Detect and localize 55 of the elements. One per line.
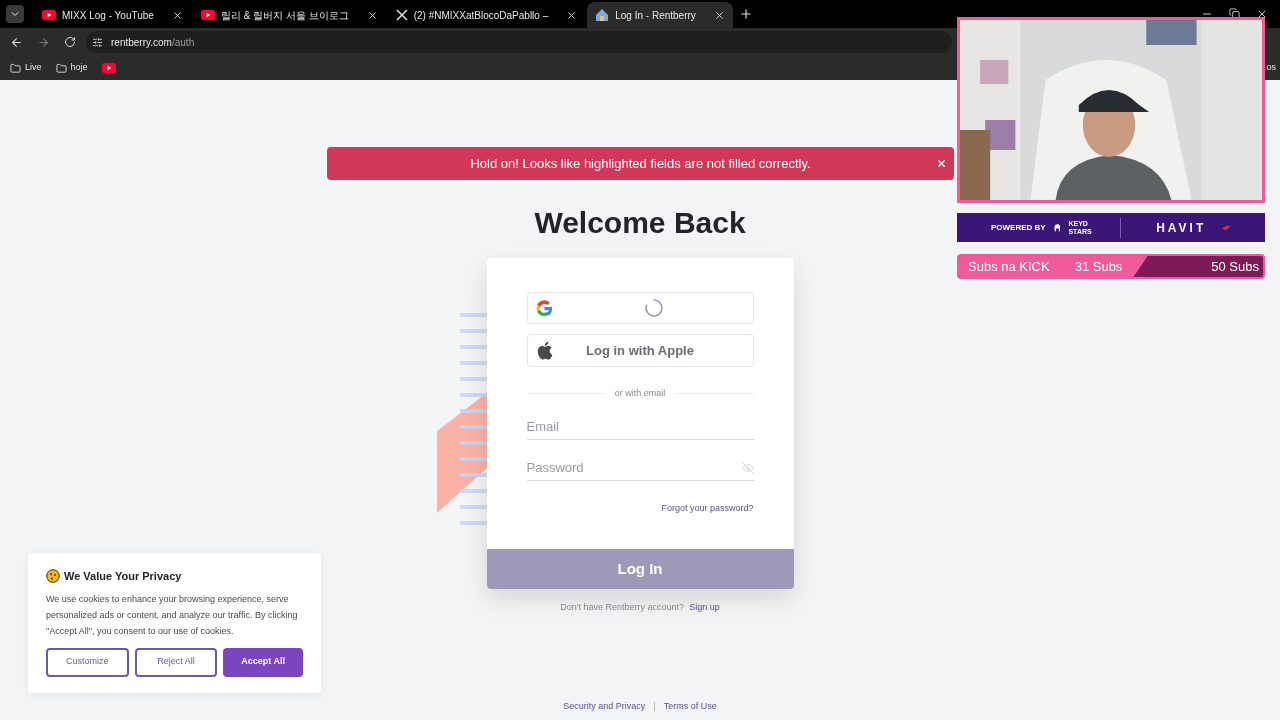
password-field[interactable]: Password bbox=[526, 455, 754, 481]
youtube-icon bbox=[200, 10, 215, 20]
forgot-password-link[interactable]: Forgot your password? bbox=[661, 501, 754, 515]
site-settings-icon[interactable] bbox=[92, 36, 103, 48]
signup-prompt: Don't have Rentberry account? bbox=[560, 601, 685, 614]
footer-link[interactable]: Terms of Use bbox=[663, 699, 717, 713]
alert-message: Hold on! Looks like highlighted fields are not filled correctly. bbox=[470, 154, 811, 173]
google-icon bbox=[534, 298, 554, 318]
folder-icon bbox=[10, 62, 21, 74]
tab-title: (2) #NMIXXatBlocoDaPabllo – bbox=[413, 8, 549, 23]
tab-list-button[interactable] bbox=[6, 5, 24, 23]
apple-icon bbox=[535, 341, 553, 360]
banner-label: POWERED BY bbox=[991, 221, 1046, 234]
back-icon[interactable] bbox=[10, 35, 23, 49]
tab-title: MIXX Log - YouTube bbox=[62, 8, 154, 23]
youtube-icon bbox=[42, 10, 56, 20]
cookie-text: We use cookies to enhance your browsing experience, serve personalized ads or content, and analyze our traffic. By clicking "Accept All", you consent to our use of cookies. bbox=[46, 592, 299, 638]
x-logo-icon bbox=[395, 9, 408, 21]
youtube-icon bbox=[101, 63, 116, 73]
bookmark[interactable] bbox=[101, 63, 116, 73]
cookie-button[interactable]: Reject All bbox=[134, 647, 218, 677]
divider-label: or with email bbox=[614, 387, 666, 400]
reload-icon[interactable] bbox=[64, 36, 76, 48]
bookmark[interactable]: hoje bbox=[55, 61, 88, 75]
footer-link[interactable]: Security and Privacy bbox=[563, 699, 646, 713]
folder-icon bbox=[55, 62, 67, 74]
email-field[interactable]: Email bbox=[526, 414, 754, 440]
close-icon[interactable] bbox=[566, 9, 578, 21]
close-icon[interactable] bbox=[713, 9, 725, 21]
restore-icon[interactable] bbox=[1229, 8, 1240, 19]
close-icon[interactable] bbox=[1256, 8, 1268, 20]
signup-link[interactable]: Sign up bbox=[689, 601, 720, 615]
new-tab-icon[interactable] bbox=[738, 7, 753, 21]
bookmark-label[interactable]: os bbox=[1266, 61, 1276, 75]
house-icon bbox=[595, 8, 610, 22]
cookie-button[interactable]: Customize bbox=[46, 647, 129, 677]
brand-text: HAVIT bbox=[1156, 219, 1207, 237]
url-text: rentberry.com/auth bbox=[111, 35, 195, 50]
cookie-button[interactable]: Accept All bbox=[223, 647, 303, 677]
tab-title: Log In - Rentberry bbox=[615, 8, 696, 23]
page-heading: Welcome Back bbox=[534, 208, 746, 238]
goal-label: Subs na KICK bbox=[968, 257, 1050, 276]
close-icon[interactable] bbox=[171, 9, 183, 21]
cookie-icon bbox=[46, 569, 60, 584]
footer-separator: | bbox=[653, 699, 656, 713]
apple-login-button[interactable]: Log in with Apple bbox=[526, 334, 754, 367]
tab-title: 릴리 & 릴버지 서울 브이로그 bbox=[220, 8, 349, 23]
bookmark[interactable]: Live bbox=[10, 61, 42, 75]
forward-icon[interactable] bbox=[37, 35, 50, 49]
browser-tab[interactable]: Log In - Rentberry bbox=[587, 2, 733, 28]
goal-current: 31 Subs bbox=[1074, 257, 1123, 276]
address-bar[interactable]: rentberry.com/auth bbox=[86, 31, 952, 53]
goal-target: 50 Subs bbox=[1211, 257, 1259, 276]
close-icon[interactable] bbox=[366, 9, 378, 21]
cookie-title: We Value Your Privacy bbox=[64, 569, 182, 584]
